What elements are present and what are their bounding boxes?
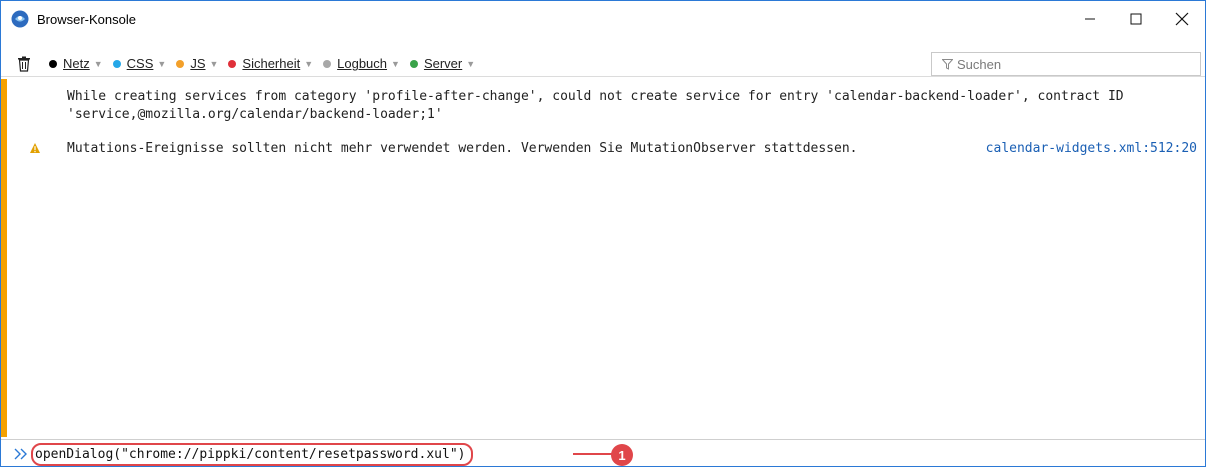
log-message: Mutations-Ereignisse sollten nicht mehr …: [67, 141, 858, 156]
window-controls: [1067, 1, 1205, 37]
chevron-down-icon: ▼: [209, 58, 219, 69]
callout-badge: 1: [611, 444, 633, 466]
maximize-button[interactable]: [1113, 1, 1159, 37]
filter-js[interactable]: JS ▼: [176, 56, 218, 71]
filter-js-label: JS: [190, 56, 206, 71]
filter-logbuch[interactable]: Logbuch ▼: [323, 56, 400, 71]
console-command-input[interactable]: openDialog("chrome://pippki/content/rese…: [31, 442, 474, 466]
filter-netz[interactable]: Netz ▼: [49, 56, 103, 71]
chevron-down-icon: ▼: [304, 58, 314, 69]
maximize-icon: [1130, 13, 1142, 25]
filter-funnel-icon: [942, 58, 953, 70]
close-button[interactable]: [1159, 1, 1205, 37]
logbuch-dot-icon: [323, 59, 332, 68]
close-icon: [1175, 12, 1189, 26]
title-bar: Browser-Konsole: [1, 1, 1205, 37]
filter-toolbar: Netz ▼ CSS ▼ JS ▼ Sicherheit ▼ Logbuch ▼…: [1, 51, 1205, 77]
minimize-button[interactable]: [1067, 1, 1113, 37]
log-message: While creating services from category 'p…: [67, 89, 1132, 122]
chevron-down-icon: ▼: [157, 58, 167, 69]
css-dot-icon: [112, 59, 121, 68]
search-input[interactable]: [957, 56, 1187, 72]
console-output: While creating services from category 'p…: [1, 79, 1205, 437]
window-title: Browser-Konsole: [37, 11, 136, 27]
warning-icon: [30, 143, 40, 153]
chevron-down-icon: ▼: [391, 58, 400, 69]
filter-server-label: Server: [423, 56, 463, 71]
sicherheit-dot-icon: [228, 59, 237, 68]
filter-sicherheit[interactable]: Sicherheit ▼: [228, 56, 313, 71]
filter-server[interactable]: Server ▼: [409, 56, 476, 71]
filter-css-label: CSS: [126, 56, 154, 71]
chevron-down-icon: ▼: [93, 58, 103, 69]
netz-dot-icon: [49, 59, 57, 68]
log-entry-warning: Mutations-Ereignisse sollten nicht mehr …: [7, 140, 1205, 158]
filter-css[interactable]: CSS ▼: [112, 56, 167, 71]
chevron-down-icon: ▼: [466, 58, 476, 69]
browser-console-window: Browser-Konsole Netz ▼ CSS ▼ JS ▼ Sicher…: [0, 0, 1206, 467]
trash-icon: [18, 56, 30, 72]
filter-sicherheit-label: Sicherheit: [242, 56, 301, 71]
js-dot-icon: [176, 59, 185, 68]
log-entry-error: While creating services from category 'p…: [7, 88, 1205, 124]
filter-logbuch-label: Logbuch: [337, 56, 388, 71]
filter-netz-label: Netz: [63, 56, 90, 71]
minimize-icon: [1085, 18, 1095, 20]
thunderbird-icon: [11, 10, 29, 28]
log-source-link[interactable]: calendar-widgets.xml:512:20: [986, 140, 1197, 158]
clear-console-button[interactable]: [13, 53, 35, 75]
callout-connector: [573, 453, 613, 455]
server-dot-icon: [409, 59, 418, 68]
prompt-chevron-icon: [13, 448, 29, 460]
search-box[interactable]: [931, 52, 1201, 76]
